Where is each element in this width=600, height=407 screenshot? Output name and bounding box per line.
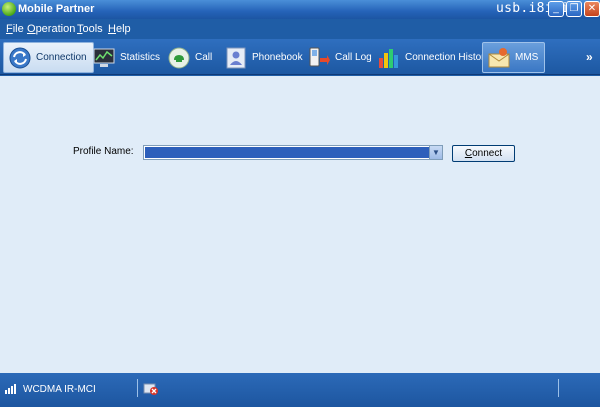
- menu-bar: File Operation Tools Help: [0, 19, 600, 39]
- network-name: WCDMA IR-MCI: [23, 384, 96, 395]
- menu-tools[interactable]: Tools: [77, 23, 103, 35]
- signal-strength-icon: [5, 384, 19, 394]
- connect-button[interactable]: Connect: [452, 145, 515, 162]
- call-log-icon: [307, 46, 331, 70]
- status-divider: [137, 379, 138, 397]
- phonebook-icon: [224, 46, 248, 70]
- window-title: Mobile Partner: [18, 3, 95, 15]
- status-bar: WCDMA IR-MCI: [0, 373, 600, 407]
- connection-icon: [8, 46, 32, 70]
- tab-statistics[interactable]: Statistics: [88, 42, 160, 73]
- tab-label: MMS: [515, 52, 539, 63]
- minimize-button[interactable]: _: [548, 1, 564, 17]
- toolbar: Connection Statistics Call Phonebook Cal…: [0, 39, 600, 75]
- title-bar: Mobile Partner usb.i8i.ir _ ❐ ✕: [0, 0, 600, 19]
- profile-selected-value: [145, 147, 430, 158]
- profile-name-select[interactable]: ▼: [143, 145, 443, 160]
- tab-phonebook[interactable]: Phonebook: [220, 42, 303, 73]
- menu-file[interactable]: File: [6, 23, 24, 35]
- close-button[interactable]: ✕: [584, 1, 600, 17]
- status-divider: [558, 379, 559, 397]
- tab-mms[interactable]: MMS: [482, 42, 546, 73]
- tab-connection[interactable]: Connection: [3, 42, 94, 73]
- app-icon: [2, 2, 16, 16]
- tab-label: Call: [195, 52, 213, 63]
- more-tools-chevron-icon[interactable]: »: [586, 50, 593, 64]
- menu-help[interactable]: Help: [108, 23, 131, 35]
- statistics-icon: [92, 46, 116, 70]
- tab-label: Connection: [36, 52, 87, 63]
- mms-icon: [487, 46, 511, 70]
- phone-icon: [167, 46, 191, 70]
- menu-operation[interactable]: Operation: [27, 23, 75, 35]
- profile-name-label: Profile Name:: [73, 146, 134, 157]
- connection-panel: [0, 76, 600, 373]
- disconnected-icon: [143, 382, 159, 396]
- tab-label: Call Log: [335, 52, 372, 63]
- connection-history-icon: [377, 46, 401, 70]
- tab-label: Connection History: [405, 52, 490, 63]
- tab-label: Statistics: [120, 52, 161, 63]
- tab-call-log[interactable]: Call Log: [303, 42, 372, 73]
- dropdown-arrow-icon[interactable]: ▼: [429, 146, 442, 159]
- tab-label: Phonebook: [252, 52, 303, 63]
- tab-connection-history[interactable]: Connection History: [373, 42, 489, 73]
- maximize-button[interactable]: ❐: [566, 1, 582, 17]
- tab-call[interactable]: Call: [163, 42, 212, 73]
